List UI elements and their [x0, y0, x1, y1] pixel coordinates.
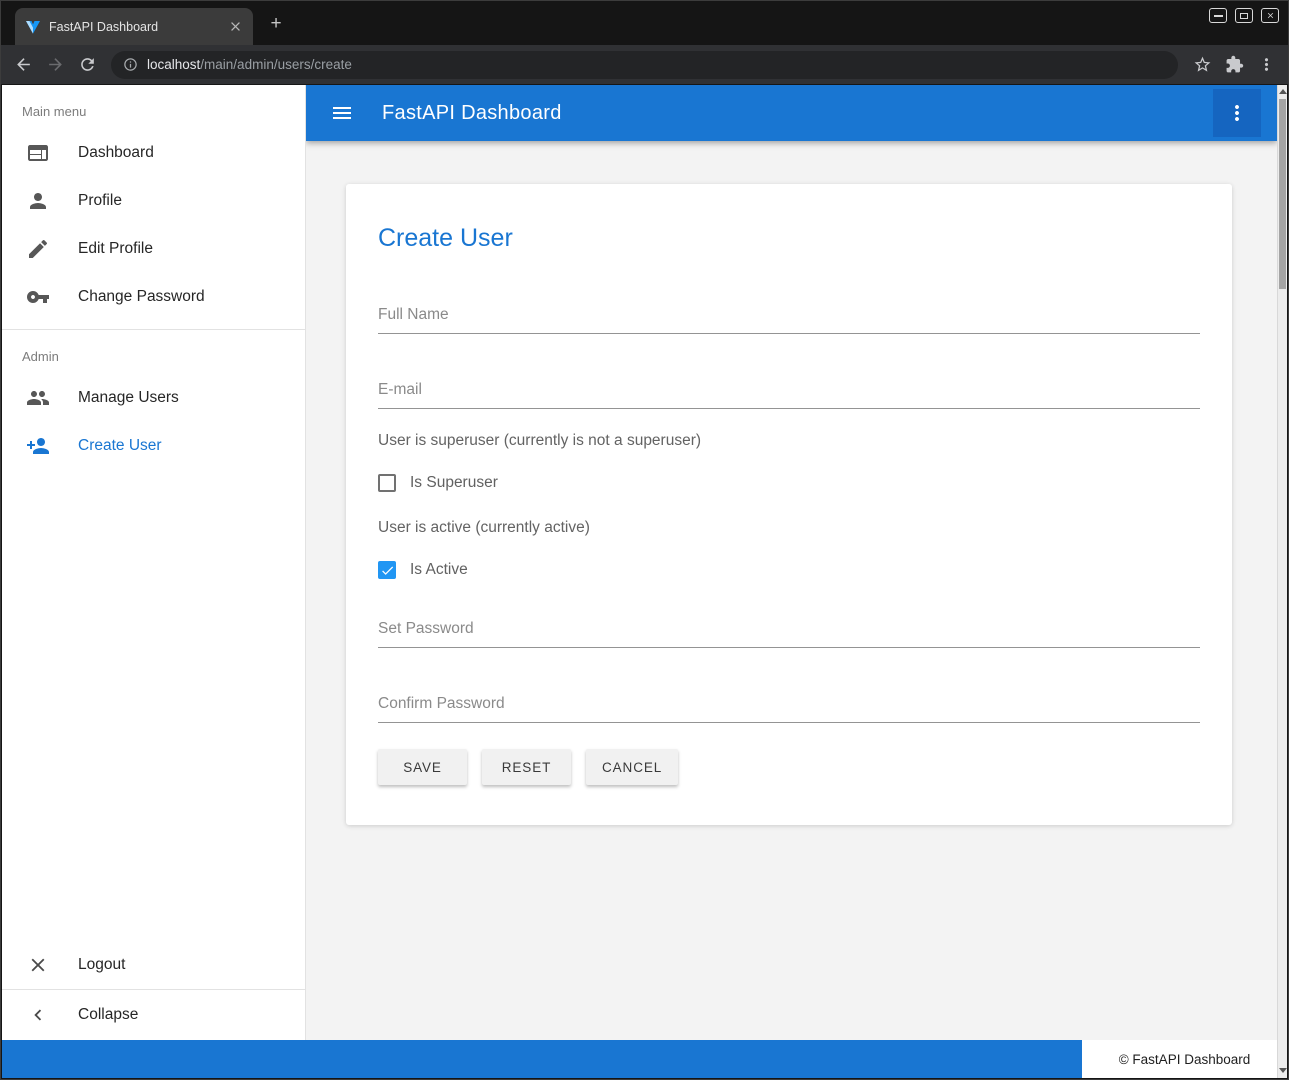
- tab-close-icon[interactable]: [228, 19, 243, 34]
- footer: © FastAPI Dashboard: [2, 1040, 1287, 1078]
- vuetify-logo-icon: [25, 19, 41, 35]
- sidebar-item-label: Manage Users: [78, 389, 179, 407]
- window-controls: [1209, 8, 1279, 23]
- site-info-icon[interactable]: [123, 57, 138, 72]
- extension-icon[interactable]: [1220, 51, 1248, 79]
- main-area: FastAPI Dashboard Create User Full Name …: [306, 85, 1277, 1040]
- copyright-text: © FastAPI Dashboard: [1119, 1052, 1251, 1067]
- is-active-checkbox[interactable]: Is Active: [378, 561, 1200, 579]
- sidebar-item-dashboard[interactable]: Dashboard: [2, 129, 305, 177]
- logout-label: Logout: [78, 956, 125, 974]
- reload-button[interactable]: [73, 51, 101, 79]
- new-tab-button[interactable]: +: [263, 11, 289, 37]
- save-button[interactable]: SAVE: [378, 749, 467, 785]
- url-host: localhost: [147, 57, 200, 72]
- content-area: Create User Full Name E-mail User is sup…: [306, 141, 1277, 1040]
- scroll-down-arrow-icon[interactable]: [1279, 1068, 1287, 1073]
- full-name-label: Full Name: [378, 306, 449, 323]
- tab-title: FastAPI Dashboard: [49, 20, 220, 34]
- sidebar-item-manage-users[interactable]: Manage Users: [2, 374, 305, 422]
- page: Main menu Dashboard Profile Edit Profile: [2, 85, 1287, 1078]
- reset-button[interactable]: RESET: [482, 749, 571, 785]
- checkbox-checked-icon[interactable]: [378, 561, 396, 579]
- sidebar-item-label: Create User: [78, 437, 162, 455]
- sidebar-item-label: Profile: [78, 192, 122, 210]
- scrollbar-thumb[interactable]: [1279, 99, 1286, 289]
- browser-tab[interactable]: FastAPI Dashboard: [15, 8, 253, 45]
- appbar-overflow-menu[interactable]: [1213, 89, 1261, 137]
- hamburger-menu-icon[interactable]: [322, 93, 362, 133]
- form-actions: SAVE RESET CANCEL: [378, 749, 1200, 785]
- confirm-password-field[interactable]: Confirm Password: [378, 694, 1200, 723]
- sidebar: Main menu Dashboard Profile Edit Profile: [2, 85, 306, 1040]
- sidebar-item-change-password[interactable]: Change Password: [2, 273, 305, 321]
- cancel-button[interactable]: CANCEL: [586, 749, 678, 785]
- email-field[interactable]: E-mail: [378, 380, 1200, 409]
- checkbox-unchecked-icon[interactable]: [378, 474, 396, 492]
- person-icon: [26, 189, 50, 213]
- page-scrollbar[interactable]: [1277, 85, 1287, 1078]
- footer-bar: [2, 1040, 1082, 1078]
- tab-strip: FastAPI Dashboard +: [1, 1, 1288, 45]
- scroll-up-arrow-icon[interactable]: [1279, 89, 1287, 94]
- close-button[interactable]: [1261, 8, 1279, 23]
- maximize-button[interactable]: [1235, 8, 1253, 23]
- set-password-label: Set Password: [378, 620, 474, 637]
- confirm-password-label: Confirm Password: [378, 695, 505, 712]
- is-active-label: Is Active: [410, 561, 468, 579]
- address-bar[interactable]: localhost/main/admin/users/create: [111, 51, 1178, 79]
- page-title: Create User: [378, 224, 1200, 253]
- person-add-icon: [26, 434, 50, 458]
- footer-copyright-area: © FastAPI Dashboard: [1082, 1040, 1287, 1078]
- create-user-card: Create User Full Name E-mail User is sup…: [346, 184, 1232, 825]
- bookmark-star-icon[interactable]: [1188, 51, 1216, 79]
- browser-menu-icon[interactable]: [1252, 51, 1280, 79]
- forward-button[interactable]: [41, 51, 69, 79]
- browser-toolbar: localhost/main/admin/users/create: [1, 45, 1288, 85]
- collapse-button[interactable]: Collapse: [2, 990, 305, 1040]
- superuser-note: User is superuser (currently is not a su…: [378, 431, 1200, 450]
- sidebar-section-admin: Admin: [2, 330, 305, 374]
- full-name-field[interactable]: Full Name: [378, 305, 1200, 334]
- app-bar: FastAPI Dashboard: [306, 85, 1277, 141]
- sidebar-item-label: Dashboard: [78, 144, 154, 162]
- dashboard-icon: [26, 141, 50, 165]
- back-button[interactable]: [9, 51, 37, 79]
- app-title: FastAPI Dashboard: [382, 102, 562, 125]
- sidebar-item-label: Edit Profile: [78, 240, 153, 258]
- sidebar-section-main-menu: Main menu: [2, 85, 305, 129]
- pencil-icon: [26, 237, 50, 261]
- sidebar-item-label: Change Password: [78, 288, 205, 306]
- collapse-label: Collapse: [78, 1006, 138, 1024]
- sidebar-item-profile[interactable]: Profile: [2, 177, 305, 225]
- active-note: User is active (currently active): [378, 518, 1200, 537]
- url-path: /main/admin/users/create: [200, 57, 352, 72]
- url-text[interactable]: localhost/main/admin/users/create: [147, 57, 352, 72]
- logout-button[interactable]: Logout: [2, 941, 305, 989]
- sidebar-item-edit-profile[interactable]: Edit Profile: [2, 225, 305, 273]
- close-x-icon: [26, 953, 50, 977]
- sidebar-bottom: Logout Collapse: [2, 941, 305, 1040]
- people-icon: [26, 386, 50, 410]
- browser-window: FastAPI Dashboard + localh: [0, 0, 1289, 1080]
- is-superuser-checkbox[interactable]: Is Superuser: [378, 474, 1200, 492]
- email-label: E-mail: [378, 381, 422, 398]
- key-icon: [26, 285, 50, 309]
- set-password-field[interactable]: Set Password: [378, 619, 1200, 648]
- sidebar-item-create-user[interactable]: Create User: [2, 422, 305, 470]
- chevron-left-icon: [26, 1003, 50, 1027]
- is-superuser-label: Is Superuser: [410, 474, 498, 492]
- minimize-button[interactable]: [1209, 8, 1227, 23]
